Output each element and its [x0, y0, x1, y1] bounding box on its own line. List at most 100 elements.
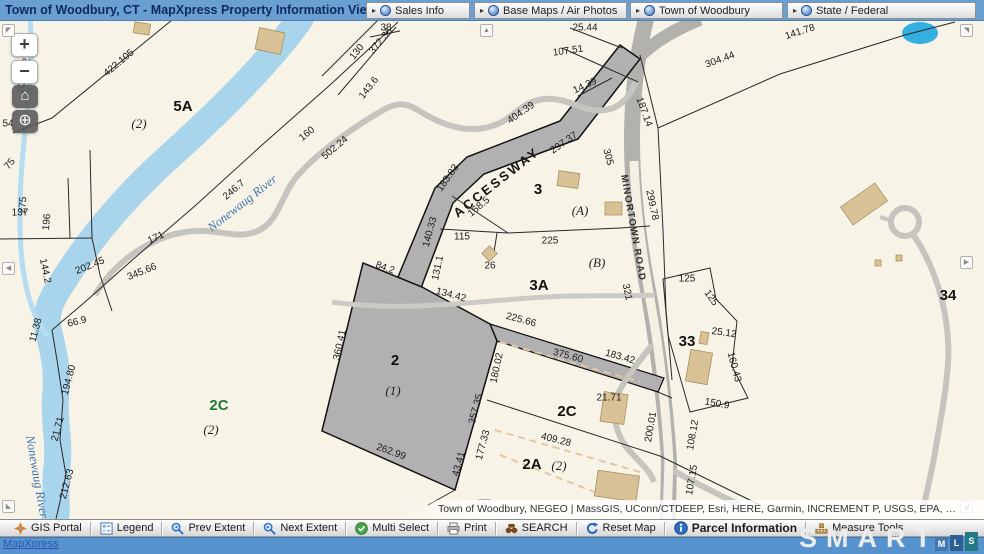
toolbar-print[interactable]: Print: [439, 522, 495, 535]
dimension-label: 225: [542, 236, 559, 247]
parcel-sublabel: (1): [385, 383, 400, 398]
toolbar-search[interactable]: SEARCH: [497, 522, 576, 535]
parcel-sublabel: (2): [203, 422, 218, 437]
parcel-sublabel: (B): [589, 255, 606, 270]
dimension-label: 171: [146, 229, 166, 246]
toolbar-label: GIS Portal: [31, 522, 82, 534]
dimension-label: 21.71: [596, 393, 621, 404]
mapxpress-link[interactable]: MapXpress: [3, 538, 59, 550]
parcel-label: 34: [940, 287, 957, 304]
toolbar-label: Multi Select: [372, 522, 429, 534]
parcel-label: 33: [679, 333, 696, 350]
dimension-label: 108.12: [685, 419, 701, 451]
parcel-label: 2C: [209, 397, 228, 414]
parcel-label: 2: [391, 352, 399, 369]
dimension-label: 196: [41, 213, 53, 231]
toolbar-legend[interactable]: Legend: [92, 522, 162, 535]
scroll-down-left-button[interactable]: ◣: [2, 500, 15, 513]
zoom-in-button[interactable]: +: [11, 33, 38, 57]
dimension-label: 177.33: [474, 428, 493, 461]
map-drawing: 38372.36130143.6422.105204,7521375475275…: [0, 21, 984, 519]
dimension-label: 404.39: [505, 100, 537, 127]
menu-label: Town of Woodbury: [659, 5, 750, 17]
scroll-right-button[interactable]: ▶: [960, 256, 973, 269]
dimension-label: 160: [297, 124, 317, 143]
menu-arrow-icon: ▸: [793, 2, 797, 19]
multi-select-icon: [355, 522, 368, 535]
home-extent-button[interactable]: ⌂: [12, 85, 38, 108]
dimension-label: 125: [702, 288, 721, 308]
toolbar-prev-extent[interactable]: Prev Extent: [163, 522, 253, 535]
dimension-label: 125: [679, 274, 696, 285]
toolbar-label: Reset Map: [603, 522, 656, 534]
dimension-label: 150.9: [704, 397, 731, 412]
menu-base-maps[interactable]: ▸ Base Maps / Air Photos: [474, 2, 627, 19]
selected-parcel-2[interactable]: [322, 263, 497, 490]
parcel-label: 2A: [522, 456, 541, 473]
menu-arrow-icon: ▸: [480, 2, 484, 19]
toolbar-multi-select[interactable]: Multi Select: [347, 522, 437, 535]
menu-sales-info[interactable]: ▸ Sales Info: [366, 2, 470, 19]
locate-button[interactable]: ⊕: [12, 110, 38, 133]
toolbar-gis-portal[interactable]: GIS Portal: [6, 522, 90, 535]
dimension-label: 25.44: [572, 23, 597, 34]
page-title: Town of Woodbury, CT - MapXpress Propert…: [5, 0, 388, 21]
zoom-out-button[interactable]: −: [11, 60, 38, 84]
toolbar-label: SEARCH: [522, 522, 568, 534]
menu-label: Sales Info: [395, 5, 444, 17]
menu-town-of-woodbury[interactable]: ▸ Town of Woodbury: [630, 2, 783, 19]
dimension-label: 304.44: [704, 50, 737, 71]
scroll-up-left-button[interactable]: ◤: [2, 24, 15, 37]
toolbar-next-extent[interactable]: Next Extent: [255, 522, 345, 535]
scroll-up-button[interactable]: ▲: [480, 24, 493, 37]
toolbar-reset-map[interactable]: Reset Map: [578, 522, 664, 535]
pond: [902, 22, 938, 44]
parcel-label: 2C: [557, 403, 576, 420]
toolbar-label: Legend: [117, 522, 154, 534]
parcel-info-icon: [674, 521, 688, 535]
title-bar: Town of Woodbury, CT - MapXpress Propert…: [0, 0, 984, 21]
map-labels: 38372.36130143.6422.105204,7521375475275…: [2, 22, 957, 519]
app-window: Town of Woodbury, CT - MapXpress Propert…: [0, 0, 984, 554]
search-binoculars-icon: [505, 522, 518, 535]
driveway-34: [912, 233, 948, 505]
menu-label: Base Maps / Air Photos: [503, 5, 617, 17]
map-canvas[interactable]: 38372.36130143.6422.105204,7521375475275…: [0, 21, 984, 519]
logo-box-s: S: [965, 532, 978, 551]
next-extent-icon: [263, 522, 276, 535]
dimension-label: 299.78: [643, 189, 660, 222]
scroll-left-button[interactable]: ◀: [2, 262, 15, 275]
menu-state-federal[interactable]: ▸ State / Federal: [787, 2, 976, 19]
legend-icon: [100, 522, 113, 535]
smart-mls-logo: SMART M L S: [799, 521, 978, 553]
map-attribution: Town of Woodbury, NEGEO | MassGIS, UConn…: [400, 500, 984, 519]
dimension-label: 115: [454, 232, 470, 243]
menu-label: State / Federal: [816, 5, 888, 17]
dimension-label: 25.12: [711, 326, 738, 340]
menu-arrow-icon: ▸: [636, 2, 640, 19]
dimension-label: 107.51: [552, 44, 584, 59]
toolbar-label: Print: [464, 522, 487, 534]
dimension-label: 422.105: [102, 47, 137, 79]
parcel-sublabel: (2): [131, 116, 146, 131]
dimension-label: 200.01: [643, 411, 659, 443]
gis-portal-icon: [14, 522, 27, 535]
logo-box-l: L: [950, 535, 963, 551]
prev-extent-icon: [171, 522, 184, 535]
parcel-sublabel: (A): [572, 203, 589, 218]
dimension-label: 66.9: [66, 314, 88, 329]
logo-box-m: M: [935, 538, 948, 551]
globe-icon: [488, 5, 499, 16]
dimension-label: 75: [2, 156, 18, 172]
dimension-label: 144.2: [37, 258, 53, 285]
toolbar-parcel-information[interactable]: Parcel Information: [666, 521, 805, 535]
dimension-label: 409.28: [540, 431, 573, 449]
dimension-label: 275: [17, 196, 29, 214]
zoom-panel: + −: [11, 33, 38, 87]
dimension-label: 345.66: [126, 261, 159, 283]
globe-icon: [801, 5, 812, 16]
scroll-up-right-button[interactable]: ◥: [960, 24, 973, 37]
parcel-label: 3A: [529, 277, 548, 294]
parcel-label: 3: [534, 181, 542, 198]
toolbar-label: Parcel Information: [692, 521, 797, 535]
